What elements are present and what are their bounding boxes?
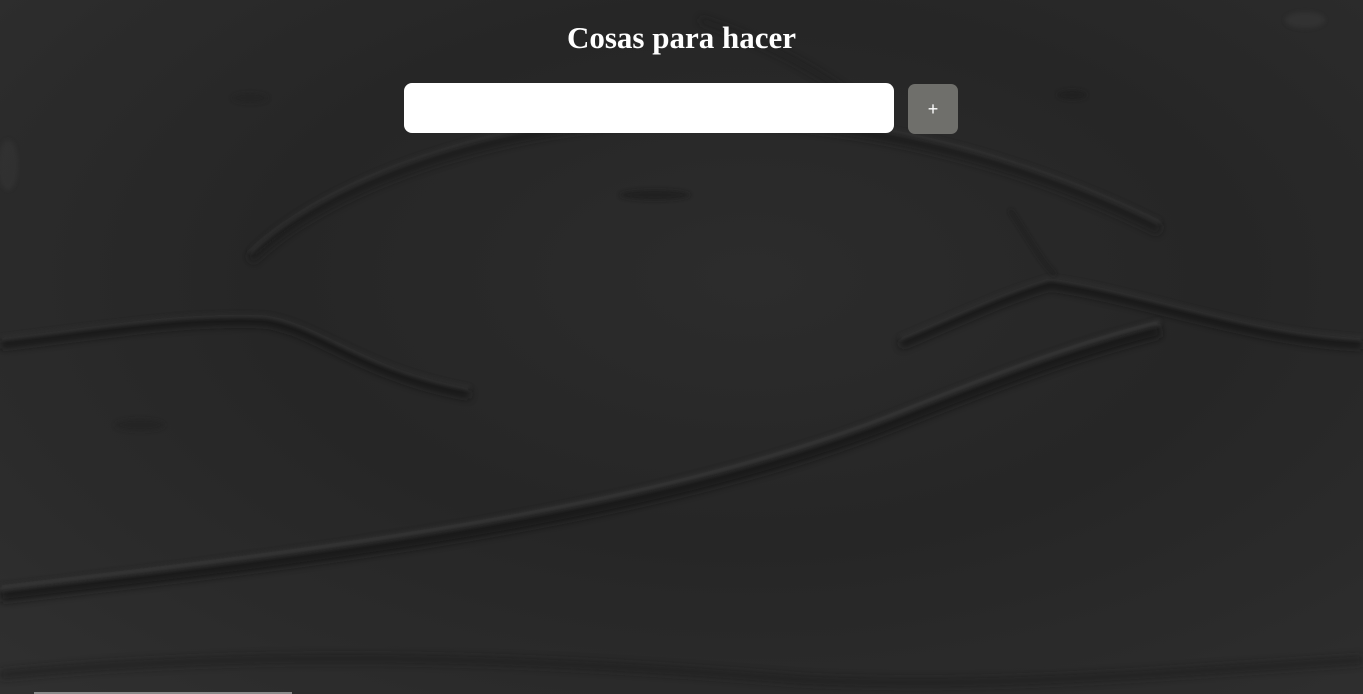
task-input[interactable]: [404, 83, 894, 133]
add-task-button[interactable]: +: [908, 84, 958, 134]
page-title: Cosas para hacer: [566, 20, 797, 55]
todo-app: Cosas para hacer +: [0, 0, 1363, 694]
